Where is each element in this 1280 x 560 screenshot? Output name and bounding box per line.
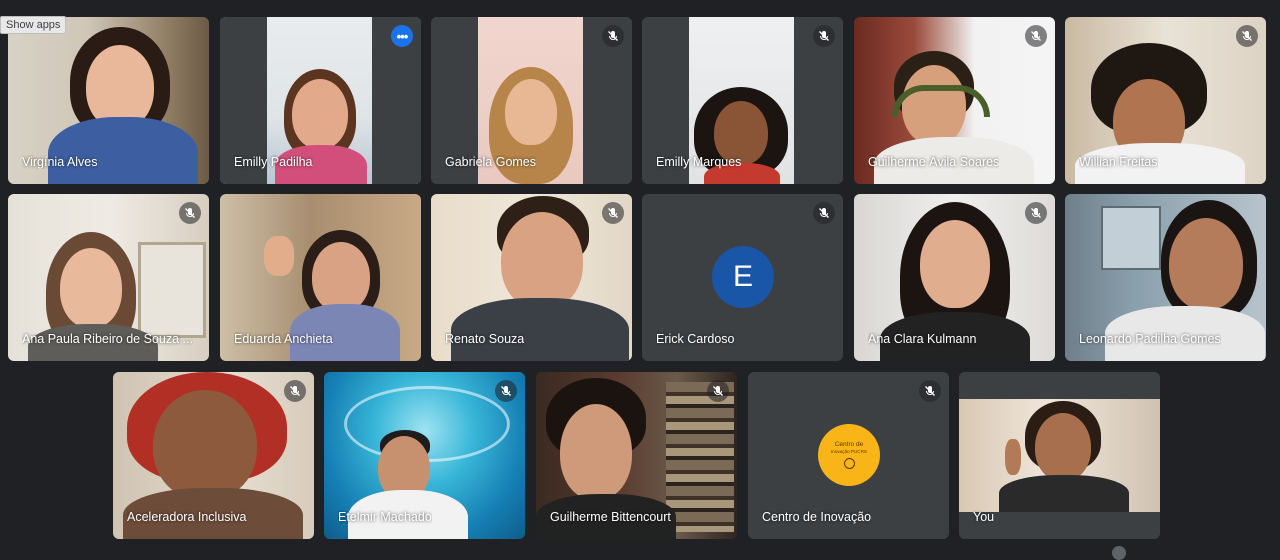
participant-name: Gabriela Gomes — [445, 155, 537, 169]
participant-name: You — [973, 510, 995, 524]
participant-tile[interactable]: You — [959, 372, 1160, 539]
participant-tile[interactable]: Renato Souza — [431, 194, 632, 361]
participant-tile[interactable]: Ana Paula Ribeiro de Souza ... — [8, 194, 209, 361]
mic-off-icon — [602, 202, 624, 224]
participant-name: Guilherme Ávila Soares — [868, 155, 1000, 169]
participant-name: Renato Souza — [445, 332, 525, 346]
participant-name: Guilherme Bittencourt — [550, 510, 671, 524]
participant-grid: Virgínia Alves ••• Emilly Padilha Gabrie… — [0, 0, 1280, 556]
participant-name: Eduarda Anchieta — [234, 332, 333, 346]
seal-icon — [843, 457, 855, 469]
participant-name: Ana Clara Kulmann — [868, 332, 977, 346]
participant-name: Erick Cardoso — [656, 332, 735, 346]
logo-subtext: Inovação PUCRS — [830, 448, 867, 454]
show-apps-button[interactable]: Show apps — [0, 16, 67, 34]
mic-off-icon — [707, 380, 729, 402]
mic-off-icon — [813, 25, 835, 47]
participant-name: Ana Paula Ribeiro de Souza ... — [22, 332, 193, 346]
self-view-icon[interactable] — [1112, 546, 1126, 560]
centro-de-inovacao-logo: Centro de Inovação PUCRS — [818, 424, 880, 486]
participant-tile[interactable]: Centro de Inovação PUCRS Centro de Inova… — [748, 372, 949, 539]
participant-name: Willian Freitas — [1079, 155, 1158, 169]
participant-name: Centro de Inovação — [762, 510, 872, 524]
participant-tile[interactable]: Gabriela Gomes — [431, 17, 632, 184]
participant-tile[interactable]: Ana Clara Kulmann — [854, 194, 1055, 361]
participant-tile[interactable]: Etelmir Machado — [324, 372, 525, 539]
participant-name: Emilly Padilha — [234, 155, 313, 169]
mic-off-icon — [1236, 25, 1258, 47]
participant-tile[interactable]: E Erick Cardoso — [642, 194, 843, 361]
participant-tile[interactable]: Aceleradora Inclusiva — [113, 372, 314, 539]
participant-name: Aceleradora Inclusiva — [127, 510, 247, 524]
participant-tile[interactable]: Eduarda Anchieta — [220, 194, 421, 361]
participant-name: Etelmir Machado — [338, 510, 432, 524]
participant-tile[interactable]: ••• Emilly Padilha — [220, 17, 421, 184]
participant-tile[interactable]: Guilherme Bittencourt — [536, 372, 737, 539]
mic-off-icon — [1025, 25, 1047, 47]
participant-name: Leonardo Padilha Gomes — [1079, 332, 1221, 346]
mic-off-icon — [813, 202, 835, 224]
participant-tile[interactable]: Virgínia Alves — [8, 17, 209, 184]
mic-off-icon — [179, 202, 201, 224]
mic-off-icon — [602, 25, 624, 47]
mic-off-icon — [919, 380, 941, 402]
logo-text: Centro de — [834, 441, 864, 449]
avatar: E — [712, 246, 774, 308]
mic-off-icon — [1025, 202, 1047, 224]
more-options-icon[interactable]: ••• — [391, 25, 413, 47]
mic-off-icon — [495, 380, 517, 402]
participant-name: Emilly Marques — [656, 155, 742, 169]
participant-tile[interactable]: Willian Freitas — [1065, 17, 1266, 184]
mic-off-icon — [284, 380, 306, 402]
participant-tile[interactable]: Guilherme Ávila Soares — [854, 17, 1055, 184]
participant-tile[interactable]: Emilly Marques — [642, 17, 843, 184]
participant-name: Virgínia Alves — [22, 155, 98, 169]
participant-tile[interactable]: Leonardo Padilha Gomes — [1065, 194, 1266, 361]
